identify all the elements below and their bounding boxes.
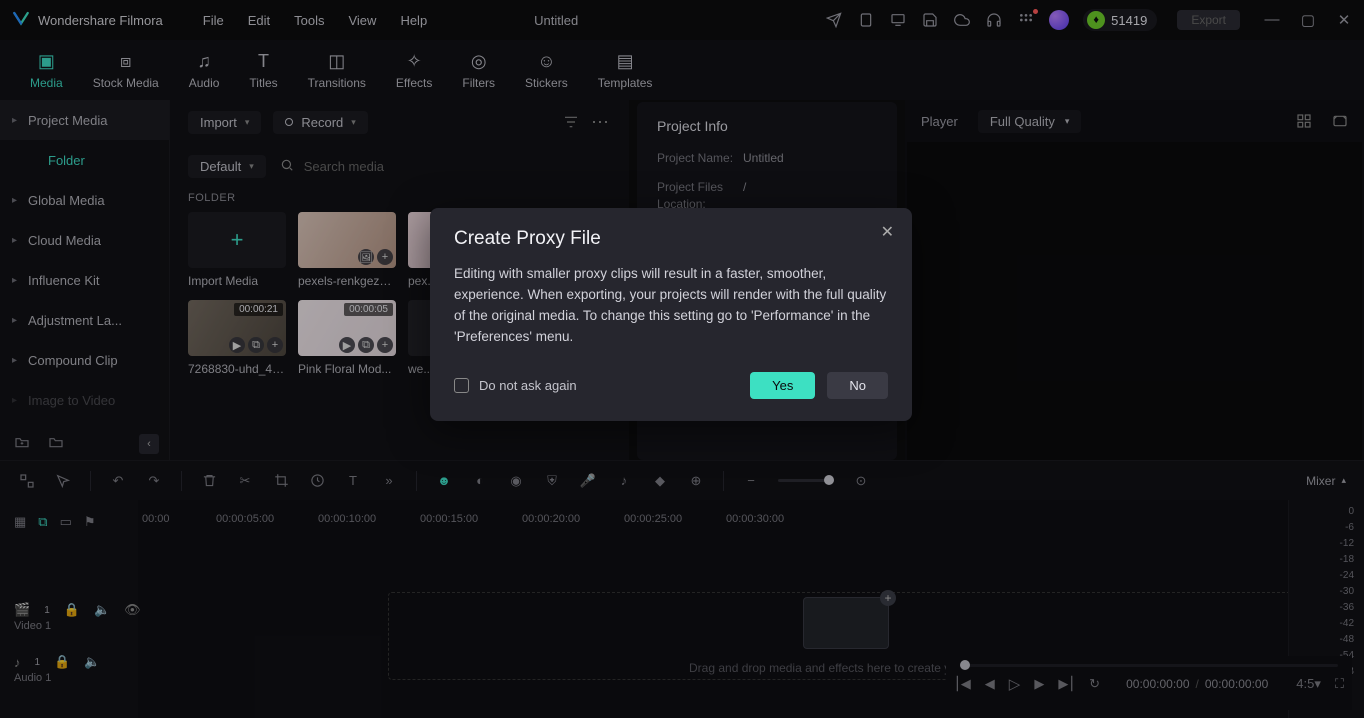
modal-no-button[interactable]: No	[827, 372, 888, 399]
modal-title: Create Proxy File	[454, 228, 601, 250]
modal-body: Editing with smaller proxy clips will re…	[454, 264, 888, 348]
do-not-ask-checkbox[interactable]	[454, 378, 469, 393]
modal-close-icon[interactable]: ✕	[881, 222, 894, 242]
proxy-modal: Create Proxy File ✕ Editing with smaller…	[430, 208, 912, 421]
do-not-ask-label: Do not ask again	[479, 378, 577, 393]
modal-yes-button[interactable]: Yes	[750, 372, 815, 399]
